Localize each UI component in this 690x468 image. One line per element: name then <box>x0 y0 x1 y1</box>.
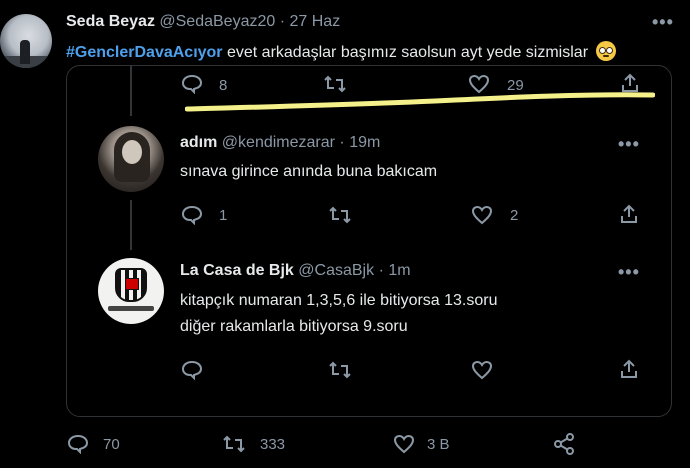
reply1-display-name[interactable]: adım <box>180 134 217 151</box>
main-display-name[interactable]: Seda Beyaz <box>66 13 155 30</box>
main-like-icon[interactable] <box>393 434 415 454</box>
reply1-like-count: 2 <box>510 207 519 224</box>
reply2-separator: · <box>378 262 384 279</box>
main-more-button[interactable]: ••• <box>652 12 674 33</box>
reply2-text-line1: kitapçık numaran 1,3,5,6 ile bitiyorsa 1… <box>180 292 498 309</box>
main-retweet-count: 333 <box>260 436 286 453</box>
main-reply-icon[interactable] <box>67 434 89 454</box>
main-text-body: evet arkadaşlar başımız saolsun ayt yede… <box>222 44 589 61</box>
main-retweet-icon[interactable] <box>222 434 246 454</box>
reply2-avatar[interactable] <box>98 258 164 324</box>
quoted-screenshot[interactable] <box>66 65 672 417</box>
reply2-reply-icon[interactable] <box>181 360 203 380</box>
thread-line-top <box>130 66 132 116</box>
reply1-header: adım @kendimezarar · 19m <box>180 134 380 152</box>
reply1-avatar[interactable] <box>98 126 164 192</box>
main-separator: · <box>279 13 286 30</box>
reply1-more-button[interactable]: ••• <box>618 134 640 155</box>
face-with-rolling-eyes-icon <box>596 41 617 61</box>
reply1-separator: · <box>339 134 345 151</box>
main-like-count: 3 B <box>427 436 450 453</box>
reply1-time[interactable]: 19m <box>349 134 380 151</box>
reply1-reply-count: 1 <box>219 207 228 224</box>
main-tweet-text: #GenclerDavaAcıyor evet arkadaşlar başım… <box>66 41 617 62</box>
main-avatar[interactable] <box>0 14 52 68</box>
share-network-icon[interactable] <box>553 433 575 455</box>
reply1-handle[interactable]: @kendimezarar <box>222 134 335 151</box>
reply2-handle[interactable]: @CasaBjk <box>298 262 374 279</box>
reply1-share-icon[interactable] <box>619 203 639 225</box>
thread-line-middle <box>130 200 132 250</box>
reply2-like-icon[interactable] <box>471 360 493 380</box>
reply2-header: La Casa de Bjk @CasaBjk · 1m <box>180 262 411 280</box>
reply1-like-icon[interactable] <box>471 205 493 225</box>
reply2-time[interactable]: 1m <box>388 262 410 279</box>
reply2-display-name[interactable]: La Casa de Bjk <box>180 262 294 279</box>
reply1-text: sınava girince anında buna bakıcam <box>180 163 438 180</box>
main-handle[interactable]: @SedaBeyaz20 <box>159 13 275 30</box>
main-tweet-header: Seda Beyaz @SedaBeyaz20 · 27 Haz <box>66 13 340 31</box>
reply1-reply-icon[interactable] <box>181 205 203 225</box>
main-date[interactable]: 27 Haz <box>290 13 341 30</box>
highlight-marker <box>184 91 656 113</box>
reply2-retweet-icon[interactable] <box>328 360 352 380</box>
main-hashtag[interactable]: #GenclerDavaAcıyor <box>66 44 223 61</box>
reply1-retweet-icon[interactable] <box>328 205 352 225</box>
reply2-share-icon[interactable] <box>619 358 639 380</box>
bjk-crest-logo <box>115 268 147 302</box>
reply2-text-line2: diğer rakamlarla bitiyorsa 9.soru <box>180 318 408 335</box>
reply2-more-button[interactable]: ••• <box>618 262 640 283</box>
main-reply-count: 70 <box>103 436 120 453</box>
